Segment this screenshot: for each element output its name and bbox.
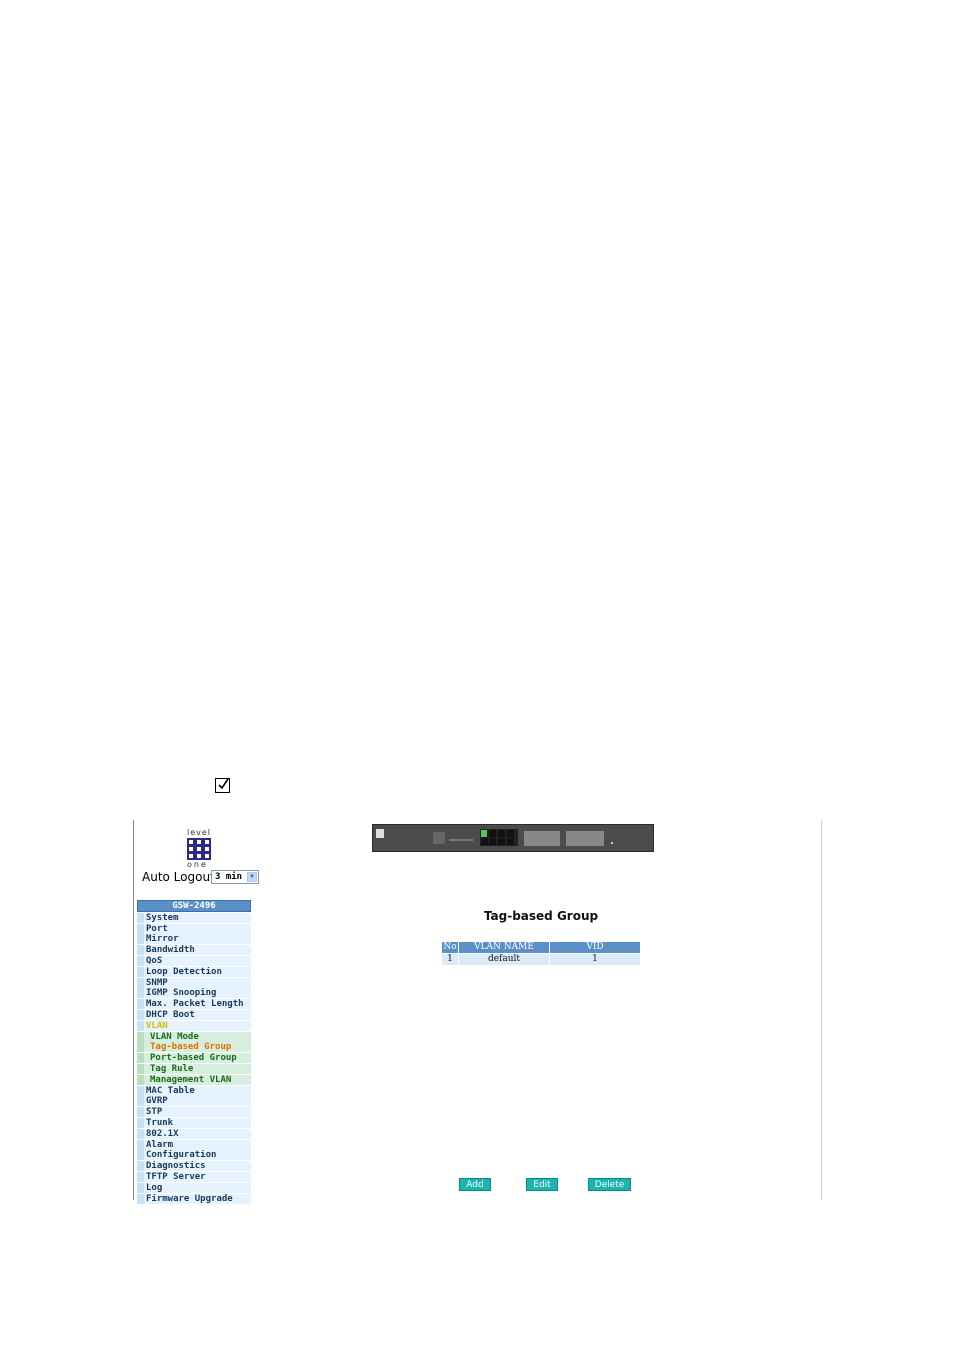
- logo-grid-icon: [187, 838, 211, 860]
- levelone-logo: level one: [183, 828, 223, 869]
- switch-front-panel-image: [372, 824, 654, 852]
- logo-text-top: level: [187, 828, 212, 837]
- menu-items: System Port Mirror Bandwidth QoS Loop Detecti…: [137, 912, 251, 1204]
- sidebar-item-system[interactable]: System: [137, 912, 251, 923]
- sidebar-item-trunk[interactable]: Trunk: [137, 1117, 251, 1128]
- sidebar-item-alarm[interactable]: Alarm: [137, 1139, 251, 1150]
- auto-logout-value: 3 min: [215, 872, 243, 882]
- delete-button[interactable]: Delete: [588, 1178, 631, 1191]
- frame-divider-right: [821, 820, 822, 1200]
- sidebar-item-mac-table[interactable]: MAC Table: [137, 1085, 251, 1096]
- sidebar-item-snmp[interactable]: SNMP: [137, 977, 251, 988]
- cell-vlan-name: default: [459, 954, 549, 965]
- vlan-group-table: No VLAN NAME VID 1 default 1: [441, 941, 641, 966]
- sidebar-item-log[interactable]: Log: [137, 1182, 251, 1193]
- switch-panel-graphic: [373, 825, 653, 851]
- auto-logout-label: Auto Logout: [142, 870, 215, 884]
- column-header-no: No: [442, 942, 458, 953]
- sidebar-item-gvrp[interactable]: GVRP: [137, 1096, 251, 1107]
- sidebar-item-port[interactable]: Port: [137, 923, 251, 934]
- logo-text-bottom: one: [187, 860, 208, 869]
- chevron-down-icon[interactable]: ▼: [247, 872, 257, 882]
- menu-header: GSW-2496: [137, 900, 251, 912]
- sidebar-item-vlan[interactable]: VLAN: [137, 1020, 251, 1031]
- sidebar-item-qos[interactable]: QoS: [137, 955, 251, 966]
- auto-logout-select[interactable]: 3 min ▼: [211, 870, 259, 884]
- column-header-vid: VID: [550, 942, 640, 953]
- cell-no: 1: [442, 954, 458, 965]
- sidebar-item-management-vlan[interactable]: Management VLAN: [137, 1074, 251, 1085]
- sidebar-item-dhcp-boot[interactable]: DHCP Boot: [137, 1009, 251, 1020]
- sidebar-item-tag-rule[interactable]: Tag Rule: [137, 1063, 251, 1074]
- cell-vid: 1: [550, 954, 640, 965]
- sidebar-item-diagnostics[interactable]: Diagnostics: [137, 1161, 251, 1172]
- sidebar-item-configuration[interactable]: Configuration: [137, 1150, 251, 1161]
- side-menu: GSW-2496 System Port Mirror Bandwidth QoS Loo…: [137, 900, 251, 1204]
- column-header-vlan-name: VLAN NAME: [459, 942, 549, 953]
- sidebar-item-stp[interactable]: STP: [137, 1107, 251, 1118]
- sidebar-item-vlan-mode[interactable]: VLAN Mode: [137, 1031, 251, 1042]
- sidebar-item-firmware-upgrade[interactable]: Firmware Upgrade: [137, 1193, 251, 1204]
- edit-button[interactable]: Edit: [526, 1178, 558, 1191]
- sidebar-item-igmp-snooping[interactable]: IGMP Snooping: [137, 988, 251, 999]
- add-button[interactable]: Add: [459, 1178, 491, 1191]
- checkbox-checked-icon: [215, 778, 230, 793]
- table-row[interactable]: 1 default 1: [442, 954, 640, 965]
- page-title: Tag-based Group: [483, 909, 599, 923]
- sidebar-item-port-based-group[interactable]: Port-based Group: [137, 1053, 251, 1064]
- sidebar-item-bandwidth[interactable]: Bandwidth: [137, 945, 251, 956]
- frame-divider-left: [133, 820, 134, 1200]
- sidebar-item-802-1x[interactable]: 802.1X: [137, 1128, 251, 1139]
- sidebar-item-mirror[interactable]: Mirror: [137, 934, 251, 945]
- sidebar-item-loop-detection[interactable]: Loop Detection: [137, 966, 251, 977]
- sidebar-item-max-packet-length[interactable]: Max. Packet Length: [137, 999, 251, 1010]
- sidebar-item-tag-based-group[interactable]: Tag-based Group: [137, 1042, 251, 1053]
- sidebar-item-tftp-server[interactable]: TFTP Server: [137, 1171, 251, 1182]
